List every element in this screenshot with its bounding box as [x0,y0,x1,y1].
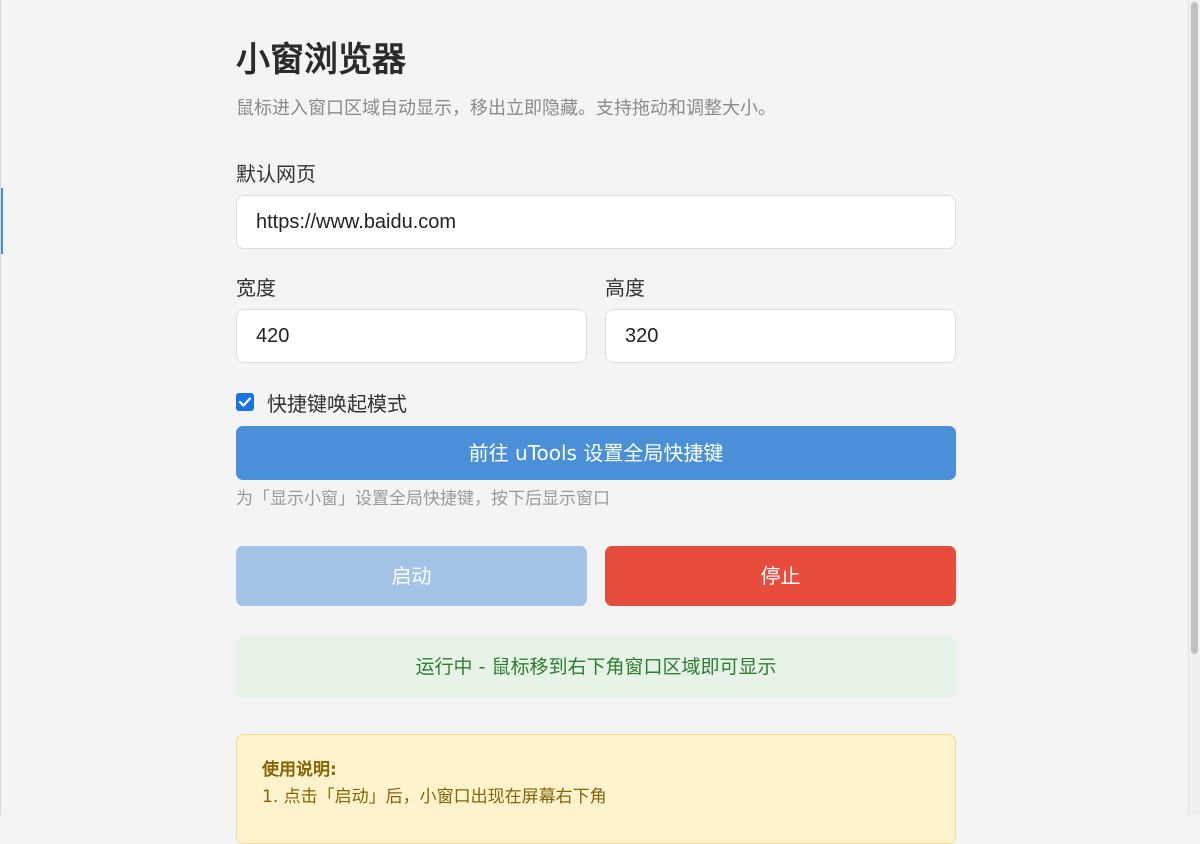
hotkey-mode-row: 快捷键唤起模式 [236,388,407,416]
url-input[interactable]: https://www.baidu.com [236,195,956,249]
height-label: 高度 [605,276,645,300]
open-utools-shortcut-button[interactable]: 前往 uTools 设置全局快捷键 [236,426,956,480]
help-title: 使用说明: [262,760,337,780]
checkmark-icon [239,397,251,407]
start-button[interactable]: 启动 [236,546,587,606]
page-title: 小窗浏览器 [236,40,406,80]
hotkey-mode-checkbox[interactable] [236,393,254,411]
scrollbar-thumb[interactable] [1191,2,1198,654]
page-subtitle: 鼠标进入窗口区域自动显示，移出立即隐藏。支持拖动和调整大小。 [236,98,776,119]
shortcut-hint: 为「显示小窗」设置全局快捷键，按下后显示窗口 [236,489,610,509]
help-item: 1. 点击「启动」后，小窗口出现在屏幕右下角 [262,787,607,807]
vertical-scrollbar[interactable] [1188,0,1200,815]
help-box: 使用说明: 1. 点击「启动」后，小窗口出现在屏幕右下角 [236,734,956,844]
width-label: 宽度 [236,276,276,300]
height-input[interactable]: 320 [605,309,956,363]
status-banner: 运行中 - 鼠标移到右下角窗口区域即可显示 [236,636,956,698]
url-label: 默认网页 [236,162,316,186]
stop-button[interactable]: 停止 [605,546,956,606]
left-accent-bar [1,188,3,254]
width-input[interactable]: 420 [236,309,587,363]
hotkey-mode-label[interactable]: 快捷键唤起模式 [267,388,407,417]
app-window: 小窗浏览器 鼠标进入窗口区域自动显示，移出立即隐藏。支持拖动和调整大小。 默认网… [0,0,1188,844]
